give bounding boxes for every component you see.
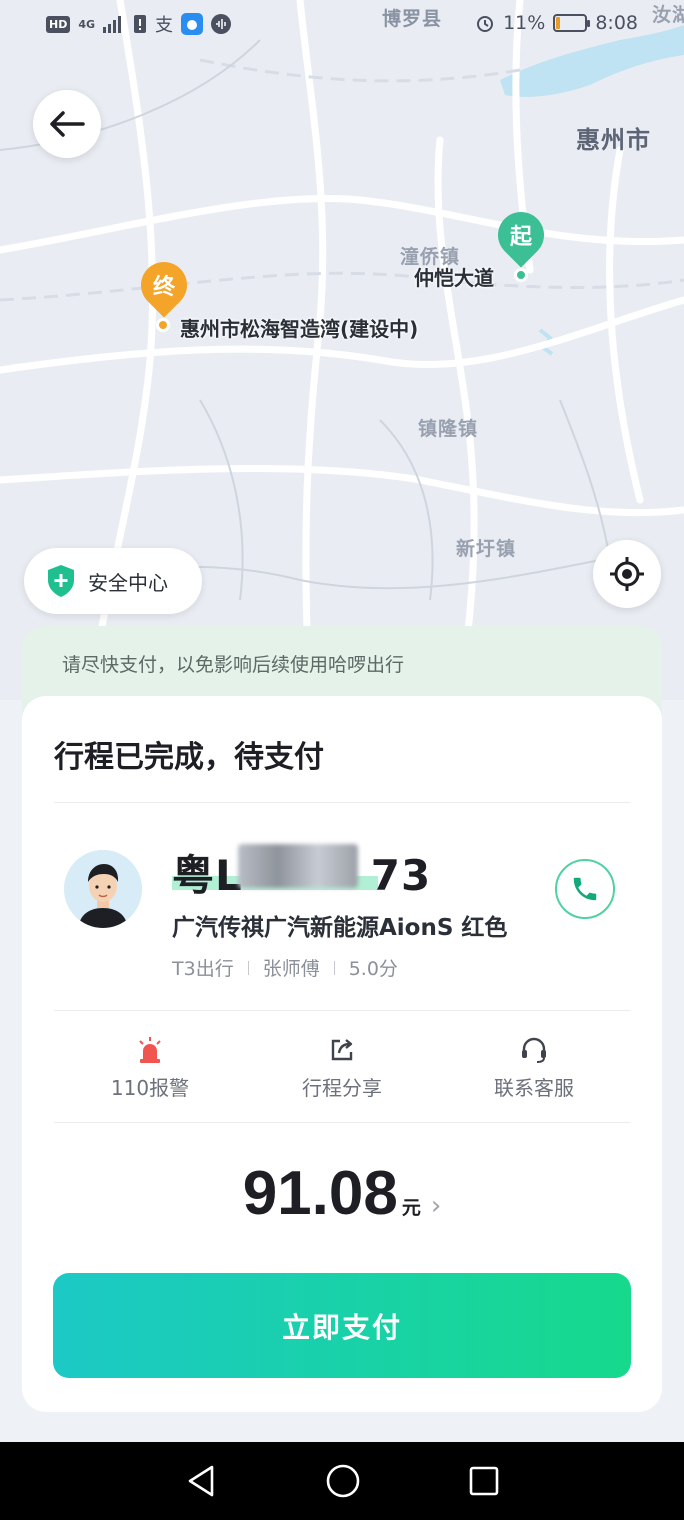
trip-card: 行程已完成，待支付 粤L 73 广汽传祺广汽新能源AionS 红色 T3出行 张师…	[22, 696, 662, 1412]
plate-suffix: 73	[370, 851, 432, 900]
end-dot	[156, 318, 170, 332]
plate-redaction	[238, 844, 358, 888]
voice-app-icon	[211, 14, 232, 34]
crosshair-icon	[610, 557, 644, 591]
status-bar: HD 4G 支 11% 8:08	[0, 0, 684, 46]
share-icon	[331, 1039, 353, 1061]
share-trip-button[interactable]: 行程分享	[246, 1026, 438, 1118]
share-trip-label: 行程分享	[302, 1076, 382, 1100]
ride-company: T3出行	[172, 958, 234, 980]
fare-value: 91.08	[242, 1159, 398, 1228]
back-button[interactable]	[33, 90, 101, 158]
map-label-xinxu: 新圩镇	[456, 538, 517, 560]
driver-avatar	[64, 850, 142, 928]
end-place-label: 惠州市松海智造湾(建设中)	[180, 317, 419, 341]
chevron-right-icon: ›	[430, 1191, 442, 1221]
hd-badge: HD	[46, 15, 71, 33]
safety-center-label: 安全中心	[88, 570, 168, 595]
nav-recents-icon[interactable]	[468, 1465, 500, 1497]
alarm-clock-icon	[477, 16, 494, 32]
driver-rating: 5.0分	[348, 958, 398, 980]
weather-app-icon	[181, 13, 204, 35]
start-place-label: 仲恺大道	[414, 266, 494, 290]
battery-percent: 11%	[503, 12, 546, 34]
sim-alert-icon	[134, 15, 147, 33]
map-label-zhenlong: 镇隆镇	[418, 418, 479, 440]
divider	[54, 1010, 630, 1011]
arrow-left-icon	[50, 111, 85, 137]
locate-button[interactable]	[593, 540, 661, 608]
shield-icon	[48, 565, 74, 597]
plate-prefix: 粤L	[172, 851, 243, 900]
network-type: 4G	[78, 17, 96, 31]
driver-meta: T3出行 张师傅 5.0分	[172, 954, 398, 981]
phone-icon	[573, 877, 597, 901]
trip-actions: 110报警 行程分享 联系客服	[54, 1026, 630, 1118]
fare-unit: 元	[401, 1197, 421, 1219]
headset-icon	[522, 1037, 546, 1063]
clock-time: 8:08	[595, 12, 638, 34]
system-nav-bar	[0, 1442, 684, 1520]
call-driver-button[interactable]	[555, 859, 615, 919]
divider	[54, 1122, 630, 1123]
alipay-icon: 支	[155, 15, 174, 36]
car-description: 广汽传祺广汽新能源AionS 红色	[172, 915, 508, 941]
safety-center-button[interactable]: 安全中心	[24, 548, 202, 614]
fare-amount[interactable]: 91.08 元 ›	[22, 1158, 662, 1229]
start-dot	[514, 268, 528, 282]
pay-now-button[interactable]: 立即支付	[53, 1273, 631, 1378]
map-label-huizhou: 惠州市	[576, 126, 651, 154]
police-110-button[interactable]: 110报警	[54, 1026, 246, 1118]
customer-service-label: 联系客服	[494, 1076, 574, 1100]
battery-icon	[553, 14, 591, 32]
nav-home-icon[interactable]	[325, 1463, 361, 1499]
trip-status-title: 行程已完成，待支付	[54, 740, 324, 775]
divider	[54, 802, 630, 803]
driver-name: 张师傅	[262, 958, 320, 980]
alarm-icon	[139, 1037, 161, 1063]
customer-service-button[interactable]: 联系客服	[438, 1026, 630, 1118]
nav-back-icon[interactable]	[184, 1464, 218, 1498]
police-110-label: 110报警	[110, 1076, 190, 1100]
signal-icon	[103, 16, 122, 33]
